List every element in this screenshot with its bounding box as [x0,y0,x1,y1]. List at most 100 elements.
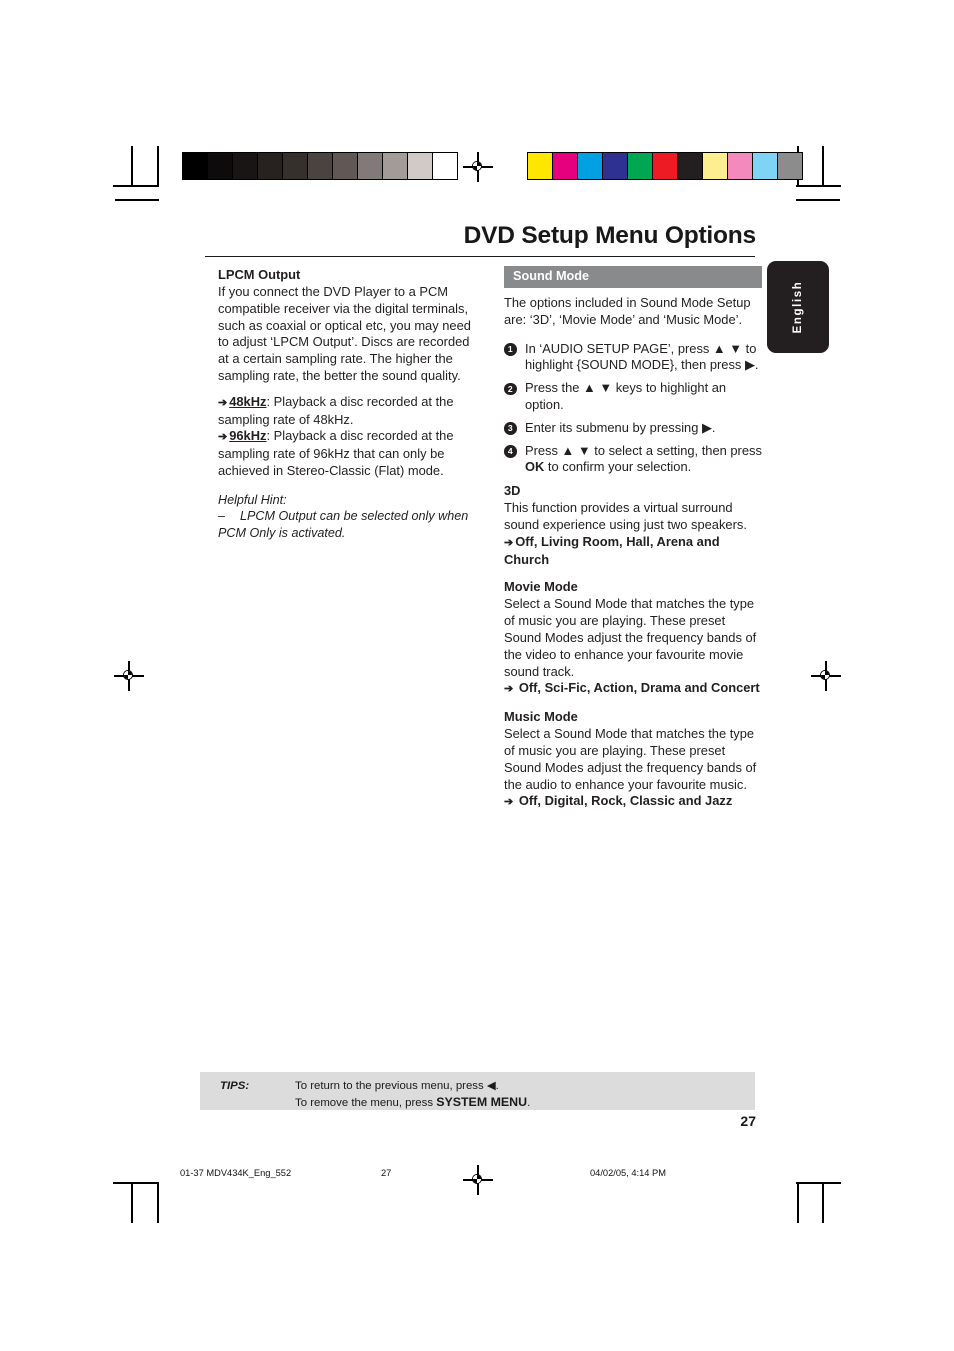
crop-mark-bottom-left-vertical [131,1182,133,1223]
list-item: 2 Press the ▲ ▼ keys to highlight an opti… [504,380,762,414]
arrow-keys-icon: ▲ ▼ [583,380,613,396]
crop-mark-top-left-vertical [131,146,133,187]
tips-text: To return to the previous menu, press ◀.… [295,1079,530,1111]
tips-line-1: To return to the previous menu, press ◀. [295,1080,499,1092]
slug-page-number: 27 [381,1168,392,1178]
registration-mark-right [811,661,841,691]
section-3d-options: ➔ Off, Living Room, Hall, Arena and Churc… [504,534,762,569]
color-swatch [777,153,802,179]
arrow-icon: ➔ [504,536,514,549]
color-swatch [677,153,702,179]
tips-line-2-suffix: . [527,1096,531,1109]
grayscale-swatch [357,153,382,179]
right-column: Sound Mode The options included in Sound… [504,266,762,811]
ok-key-label: OK [525,459,545,475]
grayscale-swatch [382,153,407,179]
grayscale-swatch [232,153,257,179]
arrow-keys-icon: ▲ ▼ [712,340,743,356]
section-3d-body: This function provides a virtual surroun… [504,500,747,532]
step-number-badge: 1 [504,343,517,356]
color-swatch [702,153,727,179]
color-swatch [602,153,627,179]
arrow-icon: ➔ [218,396,228,409]
lpcm-option-96khz: ➔ 96kHz: Playback a disc recorded at the … [218,428,476,479]
language-tab: English [767,261,829,353]
step-number-badge: 4 [504,445,517,458]
page-number: 27 [740,1113,756,1129]
crop-mark-top-right-bleed [796,199,840,201]
step-text-a: Enter its submenu by pressing ▶. [525,419,716,435]
language-tab-label: English [792,280,804,334]
slug-date: 04/02/05, 4:14 PM [590,1168,666,1178]
crop-mark-top-right-vertical [822,146,824,187]
crop-mark-bottom-right-horizontal [796,1182,841,1184]
sound-mode-steps: 1 In ‘AUDIO SETUP PAGE’, press ▲ ▼ to hig… [504,341,762,477]
lpcm-option-96khz-term: 96kHz [229,428,267,444]
step-text-c: to confirm your selection. [544,459,692,475]
section-3d-heading: 3D [504,483,521,499]
crop-mark-bottom-left-trim [157,1182,159,1223]
tips-box: TIPS: To return to the previous menu, pr… [200,1072,755,1110]
grayscale-swatch [407,153,432,179]
lpcm-option-48khz-term: 48kHz [229,393,267,409]
crop-mark-top-left-trim [157,146,159,187]
tips-line-2: To remove the menu, press SYSTEM MENU. [295,1095,530,1112]
arrow-keys-icon: ▲ ▼ [561,442,591,458]
section-movie-mode-heading: Movie Mode [504,579,578,595]
system-menu-key-label: SYSTEM MENU [436,1094,528,1109]
lpcm-output-paragraph: If you connect the DVD Player to a PCM c… [218,284,471,383]
step-number-badge: 2 [504,382,517,396]
color-swatch [752,153,777,179]
grayscale-swatch [207,153,232,179]
slug-filename: 01-37 MDV434K_Eng_552 [180,1168,292,1178]
list-item: 1 In ‘AUDIO SETUP PAGE’, press ▲ ▼ to hig… [504,341,762,375]
color-swatch [652,153,677,179]
helpful-hint: Helpful Hint: – LPCM Output can be select… [218,492,476,542]
step-number-badge: 3 [504,422,517,435]
arrow-icon: ➔ [504,796,514,809]
lpcm-option-48khz: ➔ 48kHz: Playback a disc recorded at the … [218,394,476,429]
list-item: 3 Enter its submenu by pressing ▶. [504,420,762,437]
step-text-a: In ‘AUDIO SETUP PAGE’, press [525,340,713,356]
helpful-hint-text: LPCM Output can be selected only when PC… [218,509,469,540]
color-swatch [577,153,602,179]
crop-mark-top-left-bleed [115,199,159,201]
color-calibration-bar [527,152,803,180]
crop-mark-bottom-right-vertical [822,1182,824,1223]
color-swatch [627,153,652,179]
step-text-a: Press the [525,380,584,396]
arrow-icon: ➔ [218,431,228,444]
section-music-mode-heading: Music Mode [504,709,578,725]
page-title: DVD Setup Menu Options [463,222,757,249]
crop-mark-bottom-left-horizontal [113,1182,158,1184]
grayscale-swatch [332,153,357,179]
registration-mark-top [463,152,493,182]
grayscale-swatch [282,153,307,179]
lpcm-output-heading: LPCM Output [218,267,301,282]
section-movie-mode-options: ➔ Off, Sci-Fic, Action, Drama and Concer… [504,680,762,698]
sound-mode-banner: Sound Mode [504,266,762,288]
step-text-a: Press [525,442,562,458]
registration-mark-left [114,661,144,691]
left-column: LPCM Output If you connect the DVD Playe… [218,266,476,542]
title-divider [205,256,755,258]
section-music-mode-options-text: Off, Digital, Rock, Classic and Jazz [518,793,733,809]
crop-mark-bottom-right-trim [797,1182,799,1223]
section-movie-mode-body: Select a Sound Mode that matches the typ… [504,596,757,679]
arrow-icon: ➔ [504,683,514,696]
grayscale-swatch [432,153,457,179]
grayscale-swatch [183,153,207,179]
tips-line-2-prefix: To remove the menu, press [295,1096,437,1109]
sound-mode-intro: The options included in Sound Mode Setup… [504,295,751,327]
crop-mark-top-right-horizontal [796,185,841,187]
helpful-hint-dash: – [218,509,226,524]
helpful-hint-title: Helpful Hint: [218,492,287,507]
section-music-mode-options: ➔ Off, Digital, Rock, Classic and Jazz [504,793,762,811]
grayscale-swatch [307,153,332,179]
color-swatch [528,153,552,179]
color-swatch [552,153,577,179]
grayscale-calibration-bar [182,152,458,180]
section-3d-options-text: Off, Living Room, Hall, Arena and Church [504,533,720,567]
color-swatch [727,153,752,179]
registration-mark-bottom [463,1165,493,1195]
